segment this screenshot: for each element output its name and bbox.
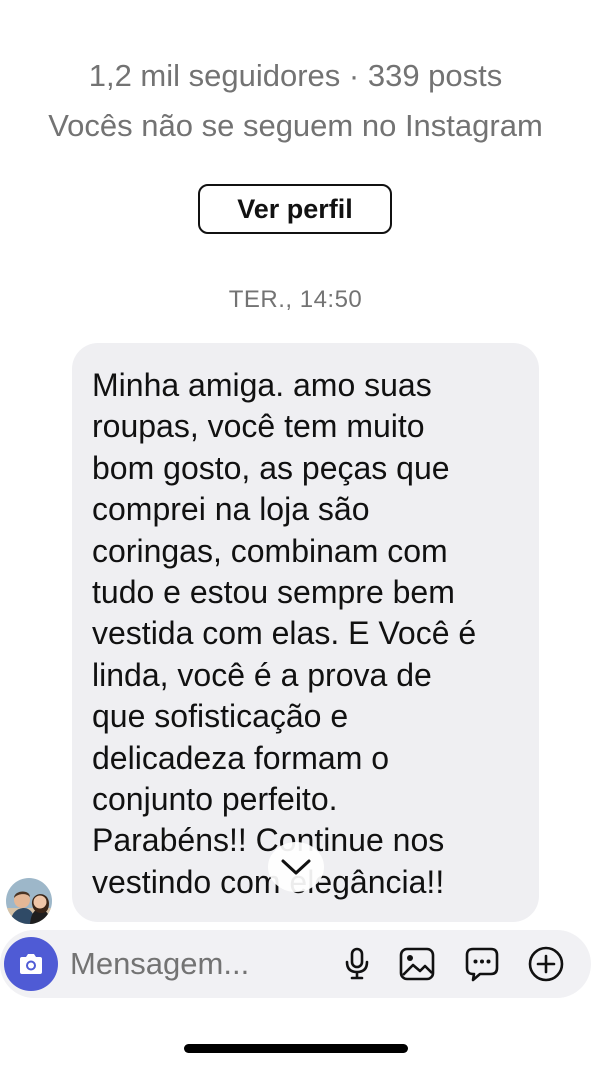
sticker-icon: [465, 947, 499, 982]
microphone-button[interactable]: [337, 944, 377, 984]
message-bubble[interactable]: Minha amiga. amo suas roupas, você tem m…: [72, 343, 539, 922]
sticker-button[interactable]: [462, 944, 502, 984]
message-composer: [0, 930, 591, 998]
camera-icon: [20, 954, 42, 974]
more-options-button[interactable]: [526, 944, 566, 984]
sender-avatar[interactable]: [6, 878, 52, 924]
view-profile-button[interactable]: Ver perfil: [198, 184, 392, 234]
message-input[interactable]: [70, 942, 300, 986]
avatar-image: [6, 878, 52, 924]
camera-button[interactable]: [4, 937, 58, 991]
message-text: Minha amiga. amo suas roupas, você tem m…: [92, 367, 477, 900]
scroll-to-bottom-button[interactable]: [268, 842, 324, 892]
gallery-icon: [399, 947, 435, 981]
chevron-down-icon: [281, 859, 311, 875]
follow-status-note: Vocês não se seguem no Instagram: [48, 108, 543, 143]
profile-stats: 1,2 mil seguidores · 339 posts: [88, 58, 503, 93]
gallery-button[interactable]: [397, 944, 437, 984]
home-indicator: [184, 1044, 408, 1053]
plus-icon: [528, 946, 564, 982]
microphone-icon: [345, 947, 369, 980]
message-timestamp: TER., 14:50: [228, 286, 363, 313]
